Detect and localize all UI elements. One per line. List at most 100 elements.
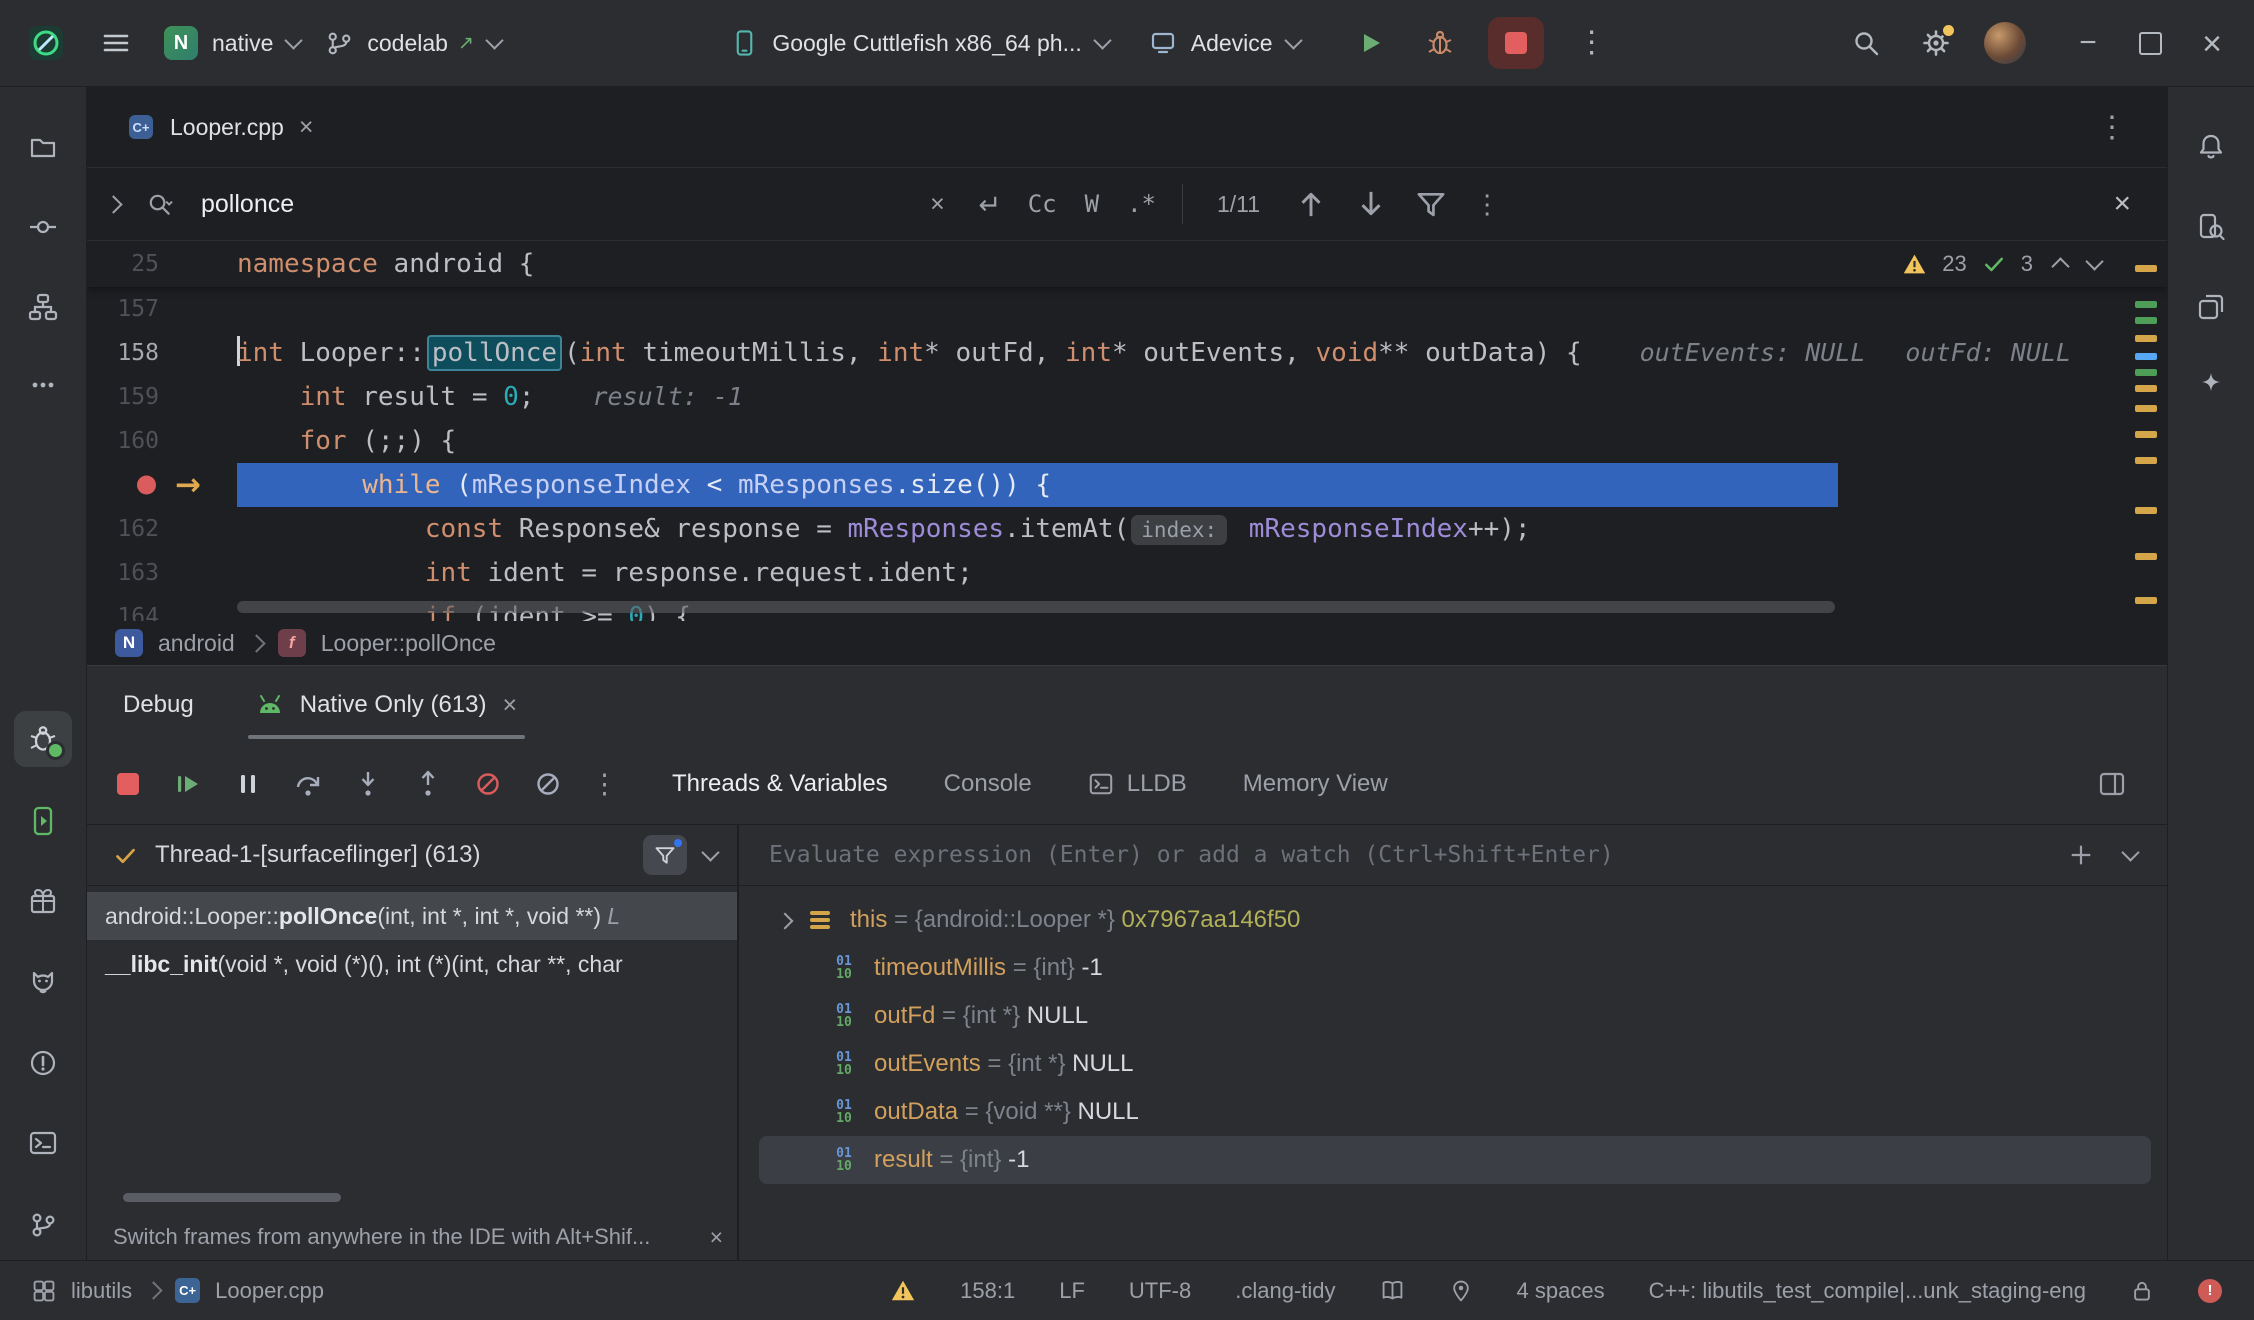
run-config-selector[interactable]: Adevice [1149, 29, 1300, 57]
dismiss-hint-icon[interactable]: × [710, 1225, 723, 1250]
stripe-mark[interactable] [2135, 353, 2157, 360]
stripe-mark[interactable] [2135, 597, 2157, 604]
tab-looper-cpp[interactable]: C+ Looper.cpp × [127, 87, 313, 167]
filter-icon[interactable] [1414, 187, 1448, 221]
minimize-button[interactable]: − [2070, 25, 2106, 61]
device-manager-tool-button[interactable] [14, 873, 72, 929]
search-options-icon[interactable]: ⋮ [1474, 189, 1500, 219]
tab-memory-view[interactable]: Memory View [1243, 770, 1388, 798]
tab-console[interactable]: Console [944, 770, 1032, 798]
project-selector[interactable]: N native [164, 26, 300, 60]
stripe-mark[interactable] [2135, 335, 2157, 342]
breakpoints-options-button[interactable] [531, 767, 565, 801]
stripe-mark[interactable] [2135, 431, 2157, 438]
stripe-mark[interactable] [2135, 457, 2157, 464]
variable-row[interactable]: this = {android::Looper *} 0x7967aa146f5… [759, 896, 2151, 944]
evaluate-bar[interactable]: Evaluate expression (Enter) or add a wat… [739, 825, 2167, 886]
stripe-mark[interactable] [2135, 301, 2157, 308]
expand-replace-icon[interactable] [104, 195, 122, 213]
stripe-mark[interactable] [2135, 369, 2157, 376]
step-over-button[interactable] [291, 767, 325, 801]
gutter[interactable]: 157 [87, 287, 237, 331]
problems-tool-button[interactable] [14, 1035, 72, 1091]
session-close-icon[interactable]: × [502, 693, 517, 718]
stripe-mark[interactable] [2135, 385, 2157, 392]
inspections-widget[interactable]: 23 3 [1902, 241, 2101, 287]
prev-problem-icon[interactable] [2051, 257, 2069, 275]
step-into-button[interactable] [351, 767, 385, 801]
variable-row[interactable]: 0110outEvents = {int *} NULL [759, 1040, 2151, 1088]
more-tools-button[interactable] [14, 357, 72, 413]
run-button[interactable] [1348, 21, 1392, 65]
commit-tool-button[interactable] [14, 199, 72, 255]
horizontal-scrollbar[interactable] [237, 601, 1835, 613]
newline-icon[interactable] [973, 191, 1000, 218]
vcs-branch-selector[interactable]: codelab ↗ [326, 30, 501, 57]
mute-breakpoints-button[interactable] [471, 767, 505, 801]
error-indicator-icon[interactable]: ! [2198, 1279, 2222, 1303]
terminal-tool-button[interactable] [14, 1115, 72, 1171]
gutter[interactable]: 162 [87, 507, 237, 551]
regex-toggle[interactable]: .* [1127, 190, 1156, 218]
clang-tidy-widget[interactable]: .clang-tidy [1235, 1278, 1335, 1304]
clear-search-icon[interactable]: × [930, 192, 945, 217]
resume-button[interactable] [171, 767, 205, 801]
frames-scrollbar[interactable] [123, 1193, 341, 1202]
layout-settings-button[interactable] [2095, 767, 2129, 801]
code-line-158[interactable]: 158int Looper::pollOnce(int timeoutMilli… [87, 331, 2167, 375]
step-out-button[interactable] [411, 767, 445, 801]
indent-widget[interactable]: 4 spaces [1517, 1278, 1605, 1304]
stack-frame[interactable]: android::Looper::pollOnce(int, int *, in… [87, 892, 737, 940]
debug-button[interactable] [1418, 21, 1462, 65]
device-selector[interactable]: Google Cuttlefish x86_64 ph... [731, 28, 1108, 58]
error-stripe[interactable] [2131, 249, 2159, 621]
debug-more-icon[interactable]: ⋮ [591, 769, 618, 799]
variable-row[interactable]: 0110outData = {void **} NULL [759, 1088, 2151, 1136]
toolchain-widget[interactable]: C++: libutils_test_compile|...unk_stagin… [1649, 1278, 2086, 1304]
whole-words-toggle[interactable]: W [1085, 190, 1099, 218]
stripe-mark[interactable] [2135, 553, 2157, 560]
file-encoding[interactable]: UTF-8 [1129, 1278, 1191, 1304]
previous-match-icon[interactable] [1294, 187, 1328, 221]
profile-avatar[interactable] [1984, 22, 2026, 64]
tab-close-icon[interactable]: × [299, 115, 314, 140]
debug-session-tab[interactable]: Native Only (613) × [256, 666, 517, 744]
analysis-warning-icon[interactable] [890, 1278, 916, 1304]
thread-selector[interactable]: Thread-1-[surfaceflinger] (613) [87, 825, 737, 886]
structure-tool-button[interactable] [14, 279, 72, 335]
caret-position[interactable]: 158:1 [960, 1278, 1015, 1304]
layout-inspector-tool-button[interactable] [2182, 199, 2240, 255]
line-separator[interactable]: LF [1059, 1278, 1085, 1304]
breadcrumb-function[interactable]: Looper::pollOnce [321, 630, 496, 657]
logcat-tool-button[interactable] [14, 953, 72, 1009]
variable-row[interactable]: 0110outFd = {int *} NULL [759, 992, 2151, 1040]
code-line-163[interactable]: 163 int ident = response.request.ident; [87, 551, 2167, 595]
stop-process-button[interactable] [111, 767, 145, 801]
gutter[interactable]: → [87, 463, 237, 507]
debug-tool-button[interactable] [14, 711, 72, 767]
version-control-tool-button[interactable] [14, 1197, 72, 1253]
gutter[interactable]: 159 [87, 375, 237, 419]
stripe-mark[interactable] [2135, 265, 2157, 272]
notifications-tool-button[interactable] [2182, 119, 2240, 175]
reader-mode-icon[interactable] [1380, 1278, 1405, 1303]
search-everywhere-button[interactable] [1844, 21, 1888, 65]
expand-chevron-icon[interactable] [771, 906, 805, 934]
gemini-tool-button[interactable] [2182, 357, 2240, 413]
settings-button[interactable] [1914, 21, 1958, 65]
pause-button[interactable] [231, 767, 265, 801]
code-line-161[interactable]: → while (mResponseIndex < mResponses.siz… [87, 463, 2167, 507]
close-search-icon[interactable]: × [2113, 187, 2131, 221]
project-tool-button[interactable] [14, 119, 72, 175]
next-match-icon[interactable] [1354, 187, 1388, 221]
gutter[interactable]: 163 [87, 551, 237, 595]
variable-row[interactable]: 0110timeoutMillis = {int} -1 [759, 944, 2151, 992]
tab-options-icon[interactable]: ⋮ [2097, 110, 2127, 145]
lock-icon[interactable] [2130, 1279, 2154, 1303]
next-problem-icon[interactable] [2085, 252, 2103, 270]
stop-button[interactable] [1488, 17, 1544, 69]
inlay-hints-icon[interactable] [1449, 1279, 1473, 1303]
main-menu-button[interactable] [94, 21, 138, 65]
frame-filter-button[interactable] [643, 835, 687, 875]
variable-row[interactable]: 0110result = {int} -1 [759, 1136, 2151, 1184]
